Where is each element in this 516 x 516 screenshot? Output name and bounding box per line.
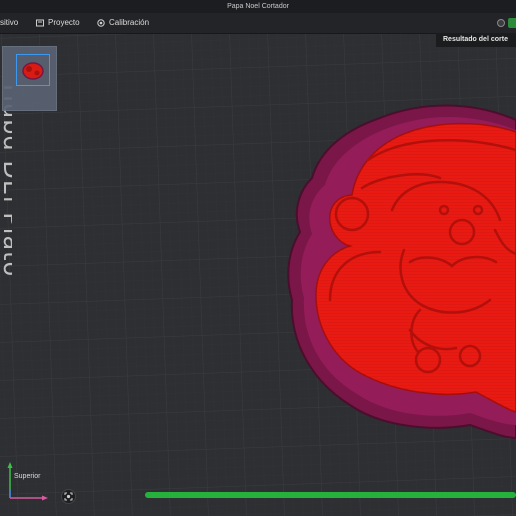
slice-progress-bar <box>145 492 516 498</box>
view-orientation-label: Superior <box>14 473 41 480</box>
fit-view-icon <box>64 492 73 501</box>
menu-item-label: Proyecto <box>48 18 80 27</box>
tab-slice-result[interactable]: Resultado del corte <box>436 33 516 47</box>
viewport-canvas <box>0 34 516 516</box>
settings-icon[interactable] <box>497 19 505 27</box>
menu-item-label: Calibración <box>109 18 150 27</box>
plate-name-label: Hubd DEl Plato <box>0 84 12 314</box>
menu-item-device[interactable]: sitivo <box>0 13 18 33</box>
menu-item-calibration[interactable]: Calibración <box>97 13 149 33</box>
slice-progress-fill <box>145 492 516 498</box>
fit-view-button[interactable] <box>61 489 76 504</box>
project-icon <box>36 19 44 27</box>
slice-status-icon[interactable] <box>508 18 516 28</box>
menu-item-project[interactable]: Proyecto <box>36 13 80 33</box>
window-title: Papa Noel Cortador <box>0 0 516 13</box>
menu-bar: sitivo Proyecto Calibración <box>0 13 516 34</box>
thumbnail-model-icon <box>22 62 44 80</box>
calibration-icon <box>97 19 105 27</box>
3d-viewport[interactable]: Hubd DEl Plato <box>0 34 516 516</box>
menu-item-label: sitivo <box>0 18 19 27</box>
plate-thumbnail[interactable] <box>2 46 57 111</box>
plate-name-text: Hubd DEl Plato <box>0 84 12 278</box>
